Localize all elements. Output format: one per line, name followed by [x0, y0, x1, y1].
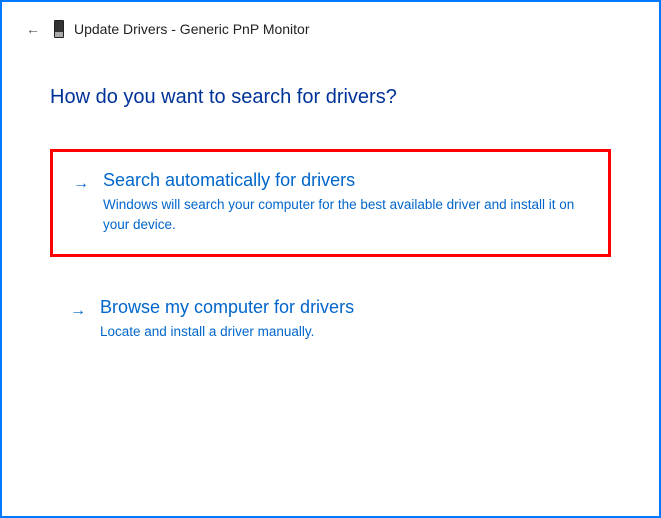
- option-title: Search automatically for drivers: [103, 170, 588, 191]
- monitor-device-icon: [54, 20, 64, 38]
- update-drivers-window: ← Update Drivers - Generic PnP Monitor H…: [0, 0, 661, 518]
- option-description: Windows will search your computer for th…: [103, 195, 588, 234]
- window-title: Update Drivers - Generic PnP Monitor: [74, 21, 310, 37]
- window-header: ← Update Drivers - Generic PnP Monitor: [2, 2, 659, 48]
- option-body: Browse my computer for drivers Locate an…: [100, 297, 591, 342]
- option-title: Browse my computer for drivers: [100, 297, 591, 318]
- arrow-right-icon: →: [73, 173, 89, 234]
- back-arrow-icon[interactable]: ←: [22, 18, 44, 40]
- content-area: How do you want to search for drivers? →…: [2, 48, 659, 382]
- search-automatically-option[interactable]: → Search automatically for drivers Windo…: [50, 149, 611, 257]
- browse-computer-option[interactable]: → Browse my computer for drivers Locate …: [50, 279, 611, 362]
- search-question-heading: How do you want to search for drivers?: [50, 86, 611, 109]
- arrow-right-icon: →: [70, 300, 86, 342]
- option-body: Search automatically for drivers Windows…: [103, 170, 588, 234]
- option-description: Locate and install a driver manually.: [100, 322, 591, 342]
